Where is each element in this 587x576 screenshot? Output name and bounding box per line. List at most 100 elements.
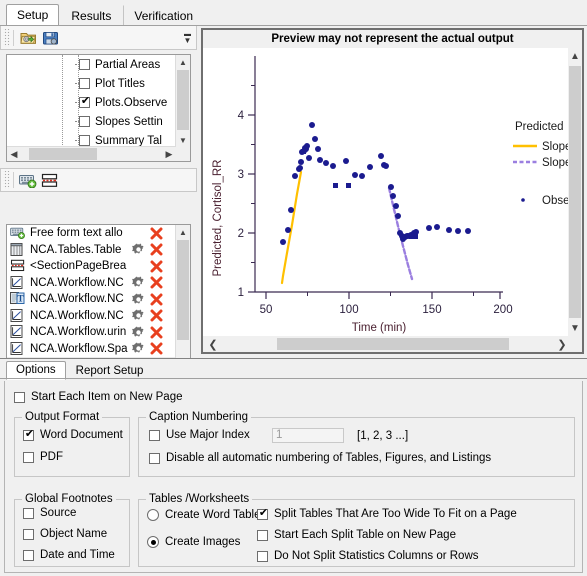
toolbar-overflow-button[interactable]: ▬ ▼	[181, 29, 194, 46]
save-template-button[interactable]	[39, 28, 61, 48]
tree-item-plot-titles[interactable]: Plot Titles	[7, 74, 190, 93]
create-images-radio[interactable]	[147, 536, 159, 548]
delete-icon[interactable]	[150, 342, 163, 355]
tree-checkbox[interactable]	[79, 59, 90, 70]
split-wide-tables-checkbox[interactable]	[257, 507, 269, 520]
settings-gear-icon[interactable]	[132, 276, 145, 289]
settings-gear-icon[interactable]	[132, 342, 145, 355]
settings-gear-icon[interactable]	[132, 326, 145, 339]
list-item[interactable]: NCA.Workflow.NC	[7, 275, 175, 292]
tree-item-plots-observed[interactable]: Plots.Observe	[7, 93, 190, 112]
tree-checkbox[interactable]	[79, 135, 90, 146]
list-vertical-scrollbar[interactable]: ▲ ▼	[175, 225, 190, 373]
use-major-index-row[interactable]: Use Major Index	[149, 429, 250, 441]
settings-gear-icon[interactable]	[132, 293, 145, 306]
svg-text:150: 150	[422, 304, 441, 316]
pdf-checkbox-row[interactable]: PDF	[23, 451, 63, 463]
scroll-left-icon[interactable]: ◀	[7, 147, 21, 161]
template-toolbar: ▬ ▼	[0, 26, 197, 50]
tree-item-slopes-settings[interactable]: Slopes Settin	[7, 112, 190, 131]
start-each-item-checkbox-row[interactable]: Start Each Item on New Page	[14, 391, 183, 403]
template-tree[interactable]: Partial Areas Plot Titles Plots.Observe	[6, 54, 191, 162]
list-item[interactable]: <SectionPageBrea	[7, 258, 175, 275]
start-split-table-new-page-checkbox[interactable]	[257, 529, 268, 541]
legend-title: Predicted	[515, 121, 564, 133]
delete-icon[interactable]	[150, 243, 163, 256]
tree-horizontal-scrollbar[interactable]: ◀ ▶	[7, 146, 176, 161]
tab-verification[interactable]: Verification	[123, 5, 204, 27]
list-item[interactable]: T NCA.Workflow.NC	[7, 291, 175, 308]
list-vscroll-thumb[interactable]	[177, 240, 189, 340]
create-images-row[interactable]: Create Images	[147, 536, 240, 548]
create-word-tables-radio[interactable]	[147, 509, 159, 521]
footnote-source-label: Source	[40, 507, 77, 519]
pdf-checkbox[interactable]	[23, 451, 34, 463]
footnote-object-name-checkbox[interactable]	[23, 528, 34, 540]
toolbar-grip[interactable]	[3, 171, 10, 189]
svg-text:Slope 2: Slope 2	[542, 157, 568, 169]
footnote-date-time-row[interactable]: Date and Time	[23, 549, 115, 561]
word-document-checkbox-row[interactable]: Word Document	[23, 428, 123, 441]
scroll-down-icon[interactable]: ▼	[176, 133, 190, 147]
create-word-tables-row[interactable]: Create Word Tables	[147, 509, 266, 521]
footnote-source-row[interactable]: Source	[23, 507, 76, 519]
list-item[interactable]: NCA.Workflow.NC	[7, 308, 175, 325]
tree-hscroll-thumb[interactable]	[29, 148, 97, 160]
delete-icon[interactable]	[150, 260, 163, 273]
word-document-checkbox[interactable]	[23, 428, 35, 441]
toolbar-divider	[13, 29, 14, 46]
tree-vscroll-thumb[interactable]	[177, 70, 189, 130]
tree-checkbox[interactable]	[79, 116, 90, 127]
scroll-up-icon[interactable]: ▲	[176, 225, 190, 239]
delete-icon[interactable]	[150, 293, 163, 306]
major-index-input[interactable]: 1	[272, 428, 344, 443]
table-icon	[10, 242, 26, 257]
delete-icon[interactable]	[150, 326, 163, 339]
preview-vertical-scrollbar[interactable]: ▲ ▼	[568, 48, 582, 336]
scroll-right-icon[interactable]: ❯	[552, 336, 572, 352]
tree-checkbox[interactable]	[79, 95, 91, 108]
preview-vscroll-thumb[interactable]	[569, 66, 581, 318]
use-major-index-checkbox[interactable]	[149, 429, 160, 441]
preview-hscroll-thumb[interactable]	[277, 338, 509, 350]
tree-checkbox[interactable]	[79, 78, 90, 89]
no-split-stats-row[interactable]: Do Not Split Statistics Columns or Rows	[257, 550, 479, 562]
scroll-up-icon[interactable]: ▲	[568, 48, 582, 64]
list-item[interactable]: NCA.Tables.Table	[7, 242, 175, 259]
delete-icon[interactable]	[150, 227, 163, 240]
add-free-text-button[interactable]	[17, 170, 39, 190]
tree-item-partial-areas[interactable]: Partial Areas	[7, 55, 190, 74]
footnote-object-name-row[interactable]: Object Name	[23, 528, 107, 540]
delete-icon[interactable]	[150, 309, 163, 322]
load-template-button[interactable]	[17, 28, 39, 48]
tree-vertical-scrollbar[interactable]: ▲ ▼	[175, 55, 190, 147]
start-split-table-new-page-row[interactable]: Start Each Split Table on New Page	[257, 529, 456, 541]
tab-setup[interactable]: Setup	[6, 4, 60, 27]
scroll-left-icon[interactable]: ❮	[203, 336, 223, 352]
insert-page-break-button[interactable]	[39, 170, 61, 190]
settings-gear-icon[interactable]	[132, 309, 145, 322]
list-item[interactable]: Free form text allo	[7, 225, 175, 242]
disable-auto-numbering-row[interactable]: Disable all automatic numbering of Table…	[149, 452, 491, 464]
preview-horizontal-scrollbar[interactable]: ❮ ❯	[203, 336, 582, 352]
delete-icon[interactable]	[150, 276, 163, 289]
global-footnotes-legend: Global Footnotes	[22, 493, 116, 505]
svg-text:T: T	[17, 294, 23, 304]
tree-item-label: Partial Areas	[95, 58, 161, 71]
list-item[interactable]: NCA.Workflow.Spа	[7, 341, 175, 358]
scroll-down-icon[interactable]: ▼	[568, 320, 582, 336]
toolbar-grip[interactable]	[3, 28, 10, 47]
scroll-right-icon[interactable]: ▶	[162, 147, 176, 161]
report-items-list[interactable]: Free form text allo NCA.Tables.Table <Se…	[6, 224, 191, 374]
scroll-up-icon[interactable]: ▲	[176, 55, 190, 69]
disable-auto-numbering-checkbox[interactable]	[149, 452, 160, 464]
footnote-date-time-checkbox[interactable]	[23, 549, 34, 561]
no-split-stats-checkbox[interactable]	[257, 550, 268, 562]
start-each-item-checkbox[interactable]	[14, 391, 25, 403]
footnote-source-checkbox[interactable]	[23, 507, 34, 519]
settings-gear-icon[interactable]	[132, 243, 145, 256]
text-add-icon	[19, 174, 37, 188]
tab-results[interactable]: Results	[60, 5, 122, 27]
split-wide-tables-row[interactable]: Split Tables That Are Too Wide To Fit on…	[257, 507, 517, 520]
list-item[interactable]: NCA.Workflow.urin	[7, 324, 175, 341]
